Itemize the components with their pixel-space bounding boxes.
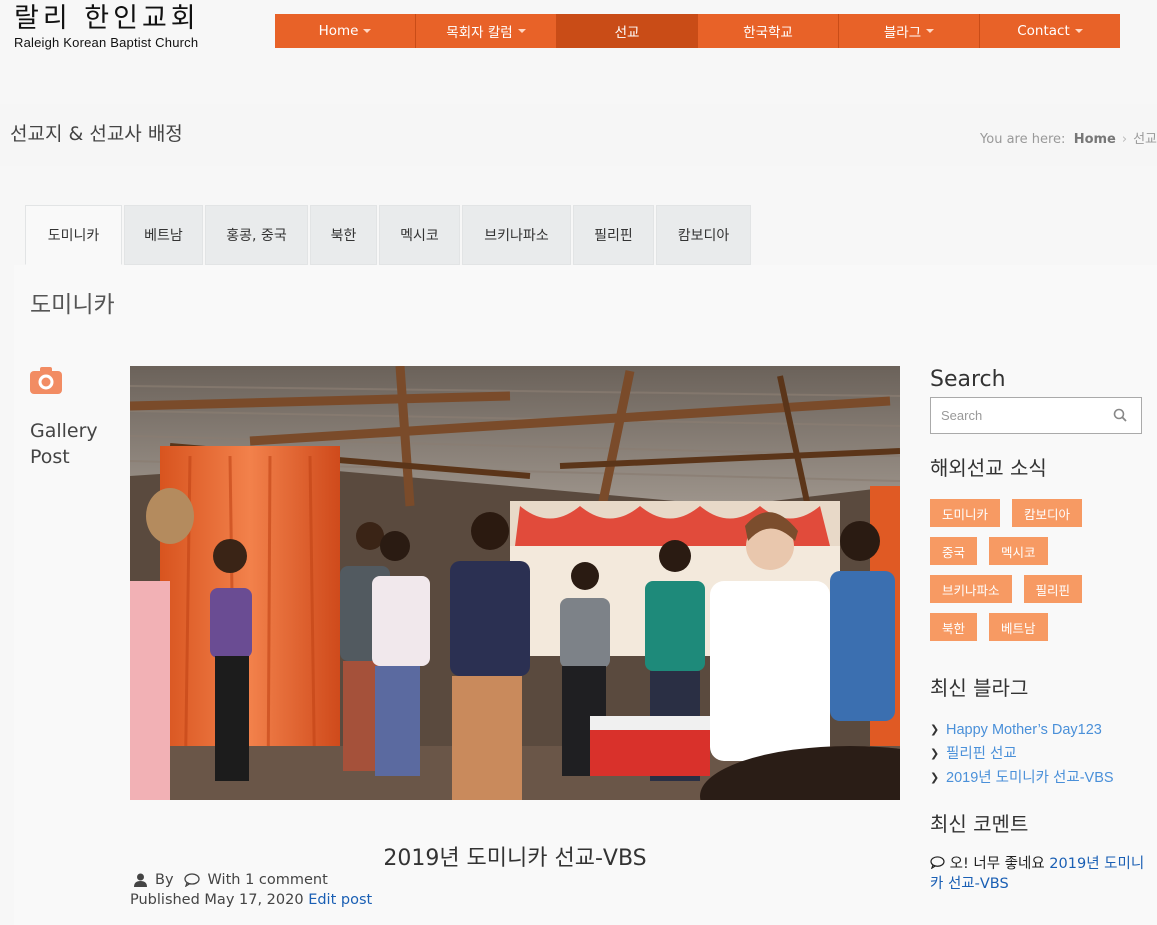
tag-link[interactable]: 베트남 [989,613,1048,641]
search-icon[interactable] [1113,408,1127,422]
search-heading: Search [930,367,1006,392]
logo-korean-text: 랄리 한인교회 [14,3,200,34]
post-title[interactable]: 2019년 도미니카 선교-VBS [130,840,900,872]
tag-link[interactable]: 북한 [930,613,978,641]
tag-link[interactable]: 브키나파소 [930,575,1012,603]
recent-post-link[interactable]: 2019년 도미니카 선교-VBS [946,766,1114,790]
nav-label: Contact [1017,23,1070,39]
nav-label: 블라그 [883,25,922,41]
recent-post-link[interactable]: 필리핀 선교 [946,742,1017,766]
country-tabs: 도미니카 베트남 홍콩, 중국 북한 멕시코 브키나파소 필리핀 캄보디아 [25,205,753,265]
comment-bubble-icon [930,856,945,870]
logo-english-text: Raleigh Korean Baptist Church [14,35,199,50]
breadcrumb-home-link[interactable]: Home [1074,132,1116,147]
breadcrumb-prefix: You are here: [980,132,1066,147]
tab-hongkong-china[interactable]: 홍콩, 중국 [205,205,308,265]
edit-post-link[interactable]: Edit post [308,892,372,908]
nav-item-pastor-column[interactable]: 목회자 칼럼 [416,14,557,48]
post-comments-link[interactable]: With 1 comment [208,872,328,888]
list-item: ❯ 필리핀 선교 [930,742,1114,766]
caret-down-icon [926,29,935,33]
tab-vietnam[interactable]: 베트남 [124,205,203,265]
post-format-label: Gallery Post [30,418,98,470]
post-featured-photo[interactable] [130,366,900,800]
tag-link[interactable]: 멕시코 [989,537,1048,565]
comment-text: 오! 너무 좋네요 [949,856,1045,872]
format-label-line2: Post [30,446,70,468]
post-author-label: By [155,872,174,888]
nav-label: 한국학교 [743,25,793,41]
tab-cambodia[interactable]: 캄보디아 [656,205,751,265]
user-icon [134,873,147,887]
recent-comment: 오! 너무 좋네요 2019년 도미니카 선교-VBS [930,854,1145,894]
camera-icon [30,367,62,394]
list-item: ❯ Happy Mother’s Day123 [930,718,1114,742]
caret-down-icon [363,29,372,33]
tab-north-korea[interactable]: 북한 [310,205,377,265]
nav-item-korean-school[interactable]: 한국학교 [698,14,839,48]
search-widget [930,397,1142,434]
format-label-line1: Gallery [30,420,98,442]
chevron-right-icon: ❯ [930,771,940,784]
chevron-right-icon: ❯ [930,747,940,760]
tab-philippines[interactable]: 필리핀 [573,205,654,265]
nav-item-home[interactable]: Home [275,14,416,48]
tag-link[interactable]: 도미니카 [930,499,1001,527]
recent-posts-heading: 최신 블라그 [930,676,1029,700]
tab-mexico[interactable]: 멕시코 [379,205,460,265]
nav-label: 목회자 칼럼 [446,25,513,41]
recent-posts-list: ❯ Happy Mother’s Day123 ❯ 필리핀 선교 ❯ 2019년 도미… [930,718,1114,790]
recent-comments-heading: 최신 코멘트 [930,812,1029,836]
breadcrumb-current: 선교 [1133,132,1157,147]
nav-label: Home [318,23,359,39]
tab-dominica[interactable]: 도미니카 [25,205,122,265]
list-item: ❯ 2019년 도미니카 선교-VBS [930,766,1114,790]
tag-link[interactable]: 중국 [930,537,978,565]
breadcrumb: You are here: Home › 선교 [980,128,1157,147]
site-logo[interactable]: 랄리 한인교회 Raleigh Korean Baptist Church [14,3,200,51]
post-published-date: Published May 17, 2020 [130,892,304,908]
page-title: 선교지 & 선교사 배정 [10,123,183,145]
photo-scene [130,366,900,800]
comment-bubble-icon [183,873,200,887]
nav-label: 선교 [614,25,640,41]
caret-down-icon [517,29,526,33]
post-meta: By With 1 comment [134,872,328,888]
nav-item-missions[interactable]: 선교 [557,14,698,48]
breadcrumb-separator-icon: › [1121,132,1128,147]
main-navigation: Home 목회자 칼럼 선교 한국학교 블라그 Contact [275,14,1120,48]
recent-post-link[interactable]: Happy Mother’s Day123 [946,718,1102,742]
post-published: Published May 17, 2020 Edit post [130,892,372,908]
tag-link[interactable]: 필리핀 [1023,575,1083,603]
nav-item-blog[interactable]: 블라그 [839,14,980,48]
tag-link[interactable]: 캄보디아 [1012,499,1083,527]
search-input[interactable] [931,398,1101,433]
chevron-right-icon: ❯ [930,723,940,736]
nav-item-contact[interactable]: Contact [980,14,1120,48]
panel-title: 도미니카 [30,292,115,318]
tag-cloud: 도미니카 캄보디아 중국 멕시코 브키나파소 필리핀 북한 베트남 [930,499,1145,651]
tab-burkina-faso[interactable]: 브키나파소 [462,205,571,265]
caret-down-icon [1074,29,1083,33]
mission-news-heading: 해외선교 소식 [930,456,1047,480]
